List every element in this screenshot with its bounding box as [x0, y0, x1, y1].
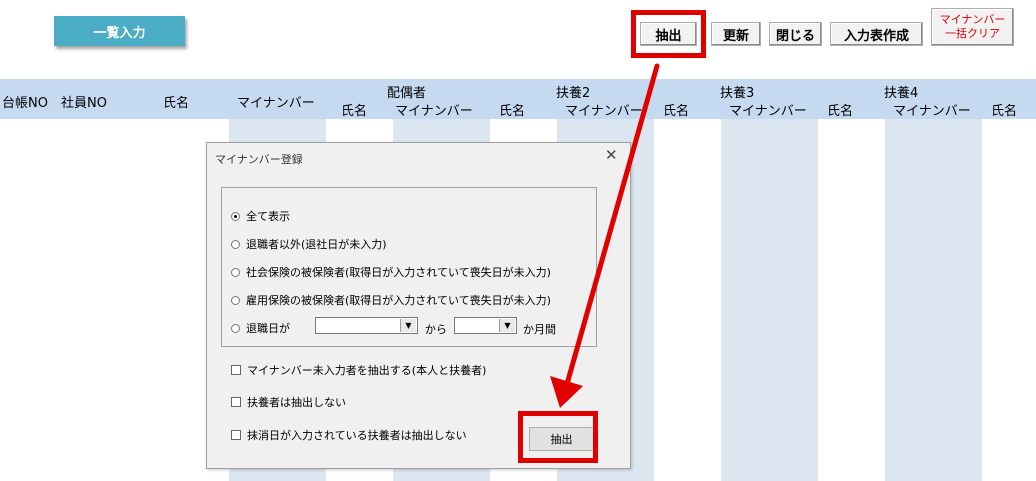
arrow-shaft: [564, 63, 660, 387]
red-arrow-annotation: [550, 63, 660, 408]
